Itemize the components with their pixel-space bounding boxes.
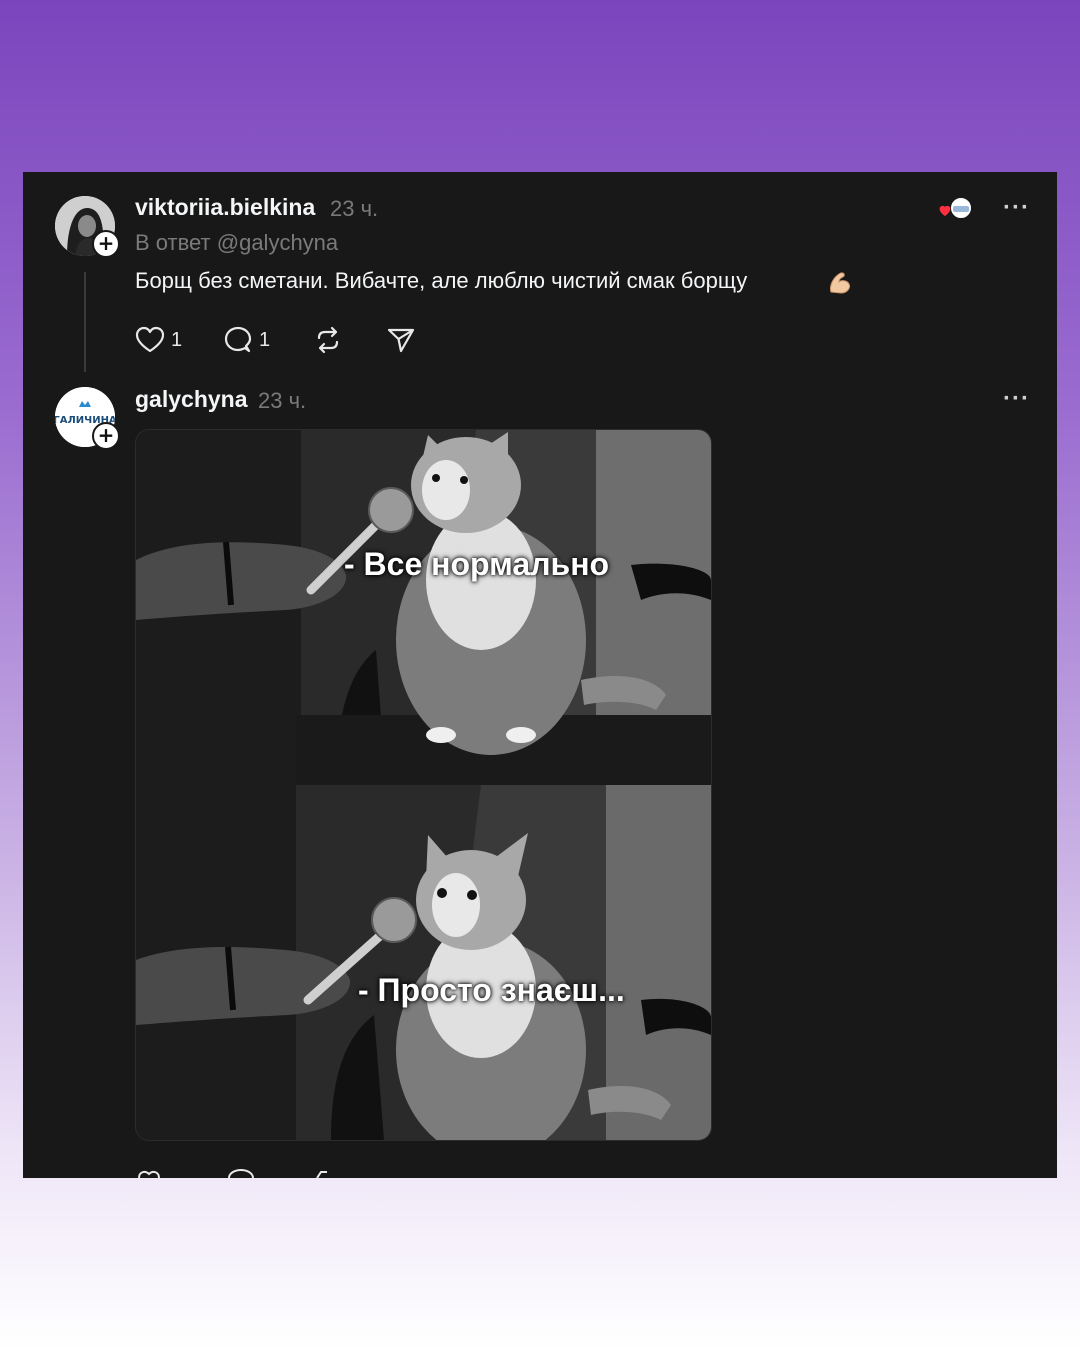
flexed-biceps-icon (830, 272, 850, 294)
meme-caption-bottom: - Просто знаєш... (358, 972, 625, 1008)
more-options-button[interactable]: ··· (1003, 385, 1030, 413)
like-count: 1 (171, 328, 183, 351)
comment-bubble-icon (224, 326, 252, 353)
follow-plus-icon[interactable]: + (92, 422, 120, 450)
post-timestamp: 23 ч. (330, 196, 379, 221)
post-username[interactable]: galychyna (135, 386, 248, 413)
post-timestamp: 23 ч. (258, 388, 307, 413)
repost-icon (317, 326, 339, 354)
heart-icon (135, 326, 165, 353)
meme-image[interactable]: - Все нормально - Просто знаєш... (135, 429, 712, 1141)
post-username[interactable]: viktoriia.bielkina (135, 194, 315, 221)
reply-to-label[interactable]: В ответ @galychyna (135, 230, 338, 256)
follow-plus-icon[interactable]: + (92, 230, 120, 258)
more-options-button[interactable]: ··· (1003, 194, 1030, 222)
meme-panel-top (136, 430, 711, 785)
comment-count: 1 (259, 328, 271, 351)
liked-by-author-avatar[interactable] (935, 194, 975, 222)
share-button[interactable] (386, 324, 416, 356)
send-icon (387, 328, 415, 353)
cropped-action-bar (138, 1168, 327, 1178)
repost-button[interactable] (313, 324, 343, 356)
meme-panel-bottom (136, 785, 711, 1140)
comment-button[interactable]: 1 (223, 324, 270, 356)
like-button[interactable]: 1 (135, 324, 182, 356)
threads-feed-panel: + viktoriia.bielkina 23 ч. В ответ @galy… (23, 172, 1057, 1178)
post-text: Борщ без сметани. Вибачте, але люблю чис… (135, 268, 748, 293)
thread-connector-line (84, 272, 86, 372)
meme-caption-top: - Все нормально (344, 546, 610, 582)
